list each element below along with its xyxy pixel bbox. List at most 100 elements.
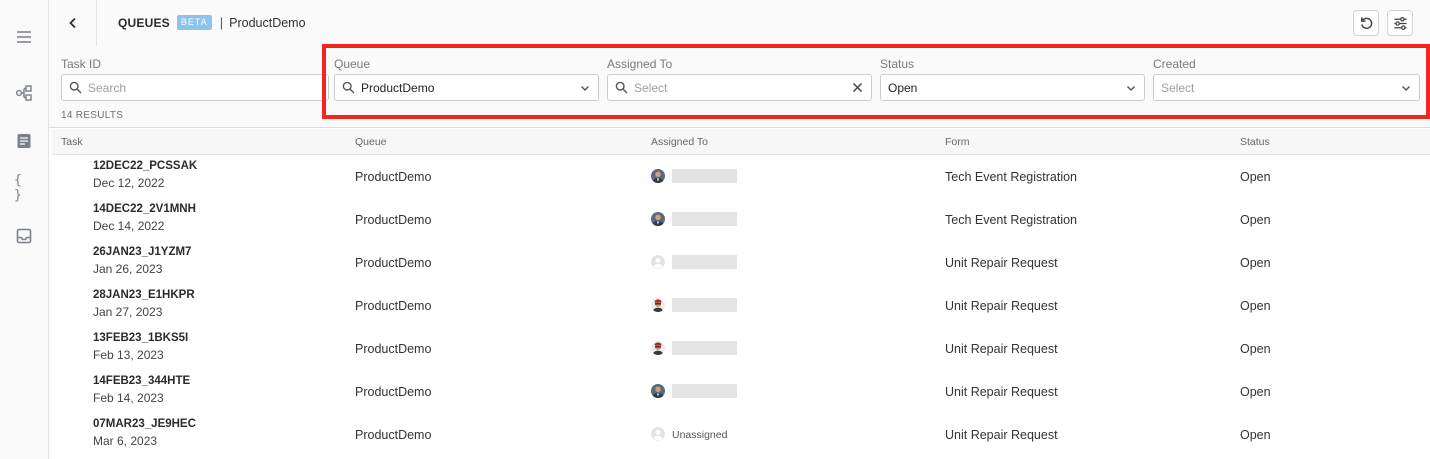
menu-icon[interactable]	[14, 27, 34, 47]
redacted-assignee-name	[672, 298, 737, 312]
workflow-icon[interactable]	[14, 83, 34, 103]
status-cell: Open	[1240, 428, 1271, 442]
redacted-assignee-name	[672, 212, 737, 226]
task-date: Dec 14, 2022	[93, 219, 165, 233]
assigned-to-select[interactable]: Select	[607, 74, 872, 101]
form-cell: Unit Repair Request	[945, 385, 1058, 399]
queue-label: Queue	[334, 57, 371, 71]
redacted-assignee-name	[672, 169, 737, 183]
task-id[interactable]: 07MAR23_JE9HEC	[93, 418, 196, 430]
column-header-queue[interactable]: Queue	[355, 136, 387, 148]
breadcrumb-current: ProductDemo	[229, 15, 306, 30]
chevron-down-icon	[1127, 86, 1135, 91]
task-id-placeholder: Search	[88, 80, 127, 95]
filter-settings-button[interactable]	[1387, 10, 1413, 36]
form-cell: Tech Event Registration	[945, 213, 1078, 227]
queue-cell: ProductDemo	[355, 385, 432, 399]
filter-panel: Task ID Search Queue ProductDemo Assigne…	[49, 46, 1430, 128]
avatar	[651, 298, 665, 312]
task-date: Jan 27, 2023	[93, 305, 163, 319]
status-cell: Open	[1240, 170, 1271, 184]
task-id[interactable]: 14DEC22_2V1MNH	[93, 203, 196, 215]
search-icon	[615, 81, 628, 94]
task-date: Dec 12, 2022	[93, 176, 165, 190]
assigned-to-placeholder: Select	[634, 80, 668, 95]
queue-value: ProductDemo	[361, 80, 435, 95]
assigned-to-label: Assigned To	[607, 57, 673, 71]
search-icon	[342, 81, 355, 94]
inbox-icon[interactable]	[14, 226, 34, 246]
table-row[interactable]: 14DEC22_2V1MNH Dec 14, 2022 ProductDemo Tec…	[52, 198, 1430, 241]
table-row[interactable]: 13FEB23_1BKS5I Feb 13, 2023 ProductDemo Uni…	[52, 327, 1430, 370]
header-bar: QUEUES BETA | ProductDemo	[49, 0, 1430, 46]
table-row[interactable]: 14FEB23_344HTE Feb 14, 2023 ProductDemo Uni…	[52, 370, 1430, 413]
table-row[interactable]: 07MAR23_JE9HEC Mar 6, 2023 ProductDemo Unas…	[52, 413, 1430, 456]
breadcrumb-separator: |	[219, 15, 224, 30]
table-row[interactable]: 12DEC22_PCSSAK Dec 12, 2022 ProductDemo Tec…	[52, 155, 1430, 198]
status-label: Status	[880, 57, 915, 71]
avatar	[651, 427, 665, 441]
task-id[interactable]: 26JAN23_J1YZM7	[93, 246, 191, 258]
redacted-assignee-name	[672, 341, 737, 355]
queue-cell: ProductDemo	[355, 256, 432, 270]
task-id[interactable]: 14FEB23_344HTE	[93, 375, 190, 387]
document-icon[interactable]	[14, 131, 34, 151]
queue-cell: ProductDemo	[355, 213, 432, 227]
created-placeholder: Select	[1161, 80, 1195, 95]
breadcrumb-queues[interactable]: QUEUES	[118, 16, 170, 30]
results-count: 14 RESULTS	[61, 110, 124, 121]
queue-cell: ProductDemo	[355, 299, 432, 313]
form-cell: Unit Repair Request	[945, 256, 1058, 270]
refresh-button[interactable]	[1353, 10, 1379, 36]
avatar	[651, 212, 665, 226]
task-id[interactable]: 13FEB23_1BKS5I	[93, 332, 188, 344]
created-select[interactable]: Select	[1153, 74, 1420, 101]
queue-cell: ProductDemo	[355, 428, 432, 442]
left-rail: { }	[0, 0, 49, 459]
task-date: Feb 13, 2023	[93, 348, 164, 362]
task-id[interactable]: 28JAN23_E1HKPR	[93, 289, 195, 301]
avatar	[651, 341, 665, 355]
avatar	[651, 169, 665, 183]
table-header: Task Queue Assigned To Form Status	[52, 129, 1430, 155]
redacted-assignee-name	[672, 384, 737, 398]
clear-icon[interactable]	[851, 81, 864, 94]
chevron-down-icon	[1402, 86, 1410, 91]
form-cell: Unit Repair Request	[945, 342, 1058, 356]
task-date: Jan 26, 2023	[93, 262, 163, 276]
chevron-left-icon	[68, 17, 76, 29]
status-cell: Open	[1240, 256, 1271, 270]
task-date: Feb 14, 2023	[93, 391, 164, 405]
beta-badge: BETA	[176, 15, 212, 30]
status-select[interactable]: Open	[880, 74, 1145, 101]
redacted-assignee-name	[672, 255, 737, 269]
table-row[interactable]: 28JAN23_E1HKPR Jan 27, 2023 ProductDemo Uni…	[52, 284, 1430, 327]
search-icon	[69, 81, 82, 94]
column-header-form[interactable]: Form	[945, 136, 970, 148]
queue-cell: ProductDemo	[355, 170, 432, 184]
task-date: Mar 6, 2023	[93, 434, 158, 448]
refresh-icon	[1360, 16, 1372, 29]
form-cell: Unit Repair Request	[945, 299, 1058, 313]
task-id-label: Task ID	[61, 57, 102, 71]
queue-select[interactable]: ProductDemo	[334, 74, 599, 101]
column-header-status[interactable]: Status	[1240, 136, 1270, 148]
status-cell: Open	[1240, 342, 1271, 356]
avatar	[651, 384, 665, 398]
status-cell: Open	[1240, 385, 1271, 399]
back-button[interactable]	[49, 0, 97, 46]
form-cell: Unit Repair Request	[945, 428, 1058, 442]
status-cell: Open	[1240, 299, 1271, 313]
task-id[interactable]: 12DEC22_PCSSAK	[93, 160, 197, 172]
table-row[interactable]: 26JAN23_J1YZM7 Jan 26, 2023 ProductDemo Uni…	[52, 241, 1430, 284]
chevron-down-icon	[581, 86, 589, 91]
code-braces-icon[interactable]: { }	[14, 173, 34, 203]
task-id-search-input[interactable]: Search	[61, 74, 329, 101]
created-label: Created	[1153, 57, 1196, 71]
assignee-name: Unassigned	[672, 429, 728, 441]
queue-cell: ProductDemo	[355, 342, 432, 356]
status-cell: Open	[1240, 213, 1271, 227]
column-header-assigned-to[interactable]: Assigned To	[651, 136, 708, 148]
form-cell: Tech Event Registration	[945, 170, 1078, 184]
column-header-task[interactable]: Task	[61, 136, 83, 148]
